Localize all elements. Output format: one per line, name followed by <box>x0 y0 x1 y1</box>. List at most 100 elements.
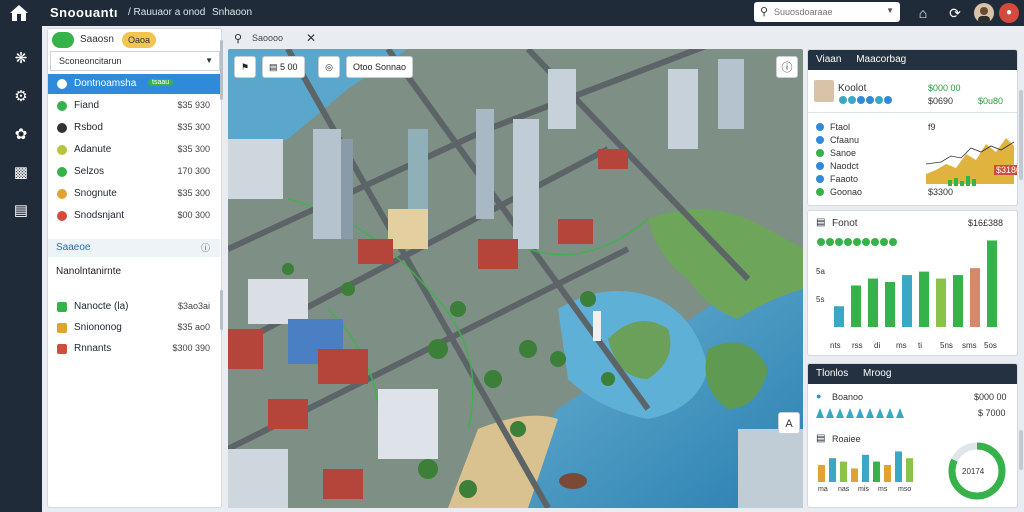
leaf-icon[interactable]: ✿ <box>10 124 32 146</box>
sidebar-item-label: Adanute <box>74 144 112 155</box>
row-dot-icon <box>816 175 824 183</box>
home-logo-icon[interactable] <box>8 3 30 23</box>
clipboard-icon[interactable]: ▩ <box>10 162 32 184</box>
city-map[interactable] <box>228 49 803 508</box>
chart-bar <box>840 461 847 482</box>
chart-bar <box>902 275 912 327</box>
player-name: Koolot <box>838 83 867 94</box>
side-select-value: Sconeoncitarun <box>59 56 122 66</box>
section-header[interactable]: Saaeoe ⓘ <box>48 239 220 257</box>
sidebar-item-value: $35 930 <box>177 100 210 110</box>
sidebar-item-icon <box>57 101 67 111</box>
scale-button[interactable]: A <box>778 412 800 434</box>
sidebar-item-label: Dontnoamsha <box>74 78 137 89</box>
chevron-down-icon: ▼ <box>205 56 213 65</box>
section-item[interactable]: Sniononog $35 ao0 <box>48 318 220 338</box>
search-input[interactable] <box>774 4 882 20</box>
close-icon[interactable]: ✕ <box>306 31 316 45</box>
sidebar-item[interactable]: Selzos 170 300 <box>48 162 220 182</box>
section-item[interactable]: Nanocte (la) $3ao3ai <box>48 297 220 317</box>
map-btn-2[interactable]: Otoo Sonnao <box>346 56 414 78</box>
side-select[interactable]: Sconeoncitarun ▼ <box>50 51 220 71</box>
donut-value: 20174 <box>962 467 985 476</box>
row-dot-icon <box>816 162 824 170</box>
chart-bar <box>884 465 891 482</box>
chart-title: Fonot <box>832 218 858 229</box>
home-icon[interactable]: ⌂ <box>912 3 934 23</box>
city-map-canvas[interactable] <box>228 49 803 508</box>
row-dot-icon <box>816 149 824 157</box>
chart-bar <box>895 451 902 482</box>
sidebar-item-icon <box>57 211 67 221</box>
player-avatar[interactable] <box>814 80 834 102</box>
pin-tool-button[interactable]: ◎ <box>318 56 340 78</box>
user-avatar[interactable] <box>974 3 994 23</box>
divider <box>808 112 1017 113</box>
info-icon[interactable]: ⓘ <box>776 56 798 78</box>
sidebar-item-label: Rsbod <box>74 122 103 133</box>
side-scrollbar-2[interactable] <box>220 290 223 330</box>
section-item-icon <box>57 323 67 333</box>
chevron-down-icon[interactable]: ▼ <box>886 6 894 15</box>
section-item-label: Rnnants <box>74 343 112 354</box>
row-2-sparkline <box>816 408 904 418</box>
right-scrollbar-2[interactable] <box>1019 430 1023 470</box>
x-tick-label: 5os <box>984 341 997 350</box>
globe-icon[interactable]: ⚙ <box>10 86 32 108</box>
map-search-label[interactable]: Saoooo <box>252 33 283 43</box>
section-item[interactable]: Rnnants $300 390 <box>48 339 220 359</box>
search-box[interactable]: ⚲ ▼ <box>754 2 900 22</box>
x-tick-label: ma <box>818 486 828 493</box>
chart-bar <box>936 278 946 327</box>
toggle-switch[interactable] <box>52 32 74 48</box>
sidebar-item[interactable]: Snodsnjant $00 300 <box>48 206 220 226</box>
section-subtitle: Nanolntanirnte <box>56 266 122 277</box>
sidebar-item-label: Selzos <box>74 166 105 177</box>
sidebar-item[interactable]: Dontnoamsha tsaau <box>48 74 220 94</box>
search-icon[interactable]: ⚲ <box>234 32 242 45</box>
nav-link-2[interactable]: Snhaoon <box>212 7 252 18</box>
chart-bar <box>829 458 836 482</box>
map-btn-1[interactable]: ▤ 5 00 <box>262 56 305 78</box>
chart-bar <box>906 458 913 482</box>
sidebar-item-icon <box>57 123 67 133</box>
row-dot-icon <box>816 188 824 196</box>
network-icon[interactable]: ❋ <box>10 48 32 70</box>
refresh-icon[interactable]: ⟳ <box>944 3 966 23</box>
side-tab-badge[interactable]: Oaoa <box>122 32 156 48</box>
side-tab-label[interactable]: Saaosn <box>80 34 114 45</box>
chart-bar <box>987 240 997 327</box>
sidebar-item-value: 170 300 <box>177 166 210 176</box>
player-sparkline <box>839 96 892 104</box>
chart-bar <box>851 285 861 327</box>
map-tab-bar: ⚲ Saoooo ✕ <box>228 30 804 48</box>
chart-bar <box>851 468 858 482</box>
right-panel-top-header: Viaan Maacorbag <box>808 50 1017 70</box>
chart-bar <box>953 275 963 327</box>
x-tick-label: ms <box>896 341 907 350</box>
sidebar-item[interactable]: Fiand $35 930 <box>48 96 220 116</box>
x-tick-label: mso <box>898 486 912 493</box>
player-value-1: $000 00 <box>928 83 961 93</box>
right-panel-chart: ▤ Fonot $16£388 5a 5s nts rss di ms ti 5ns sms… <box>807 210 1018 356</box>
stat-value: f9 <box>928 122 936 132</box>
right-scrollbar[interactable] <box>1019 90 1023 180</box>
section-item-label: Sniononog <box>74 322 122 333</box>
sidebar-item-icon <box>57 145 67 155</box>
x-tick-label: 5ns <box>940 341 953 350</box>
sidebar-item[interactable]: Adanute $35 300 <box>48 140 220 160</box>
info-icon[interactable]: ⓘ <box>201 239 210 257</box>
chart-icon: ▤ <box>816 217 826 228</box>
marker-tool-button[interactable]: ⚑ <box>234 56 256 78</box>
stat-value: $3300 <box>928 187 954 197</box>
book-icon[interactable]: ▤ <box>10 200 32 222</box>
section-item-icon <box>57 344 67 354</box>
sidebar-item[interactable]: Rsbod $35 300 <box>48 118 220 138</box>
x-tick-label: sms <box>962 341 977 350</box>
side-scrollbar[interactable] <box>220 40 223 100</box>
row-3-label: Roaiee <box>832 434 861 444</box>
nav-link-1[interactable]: / Rauuaor a onod <box>128 7 205 18</box>
sidebar-item[interactable]: Snognute $35 300 <box>48 184 220 204</box>
notification-avatar[interactable]: ● <box>999 3 1019 23</box>
row-dot-icon <box>816 136 824 144</box>
